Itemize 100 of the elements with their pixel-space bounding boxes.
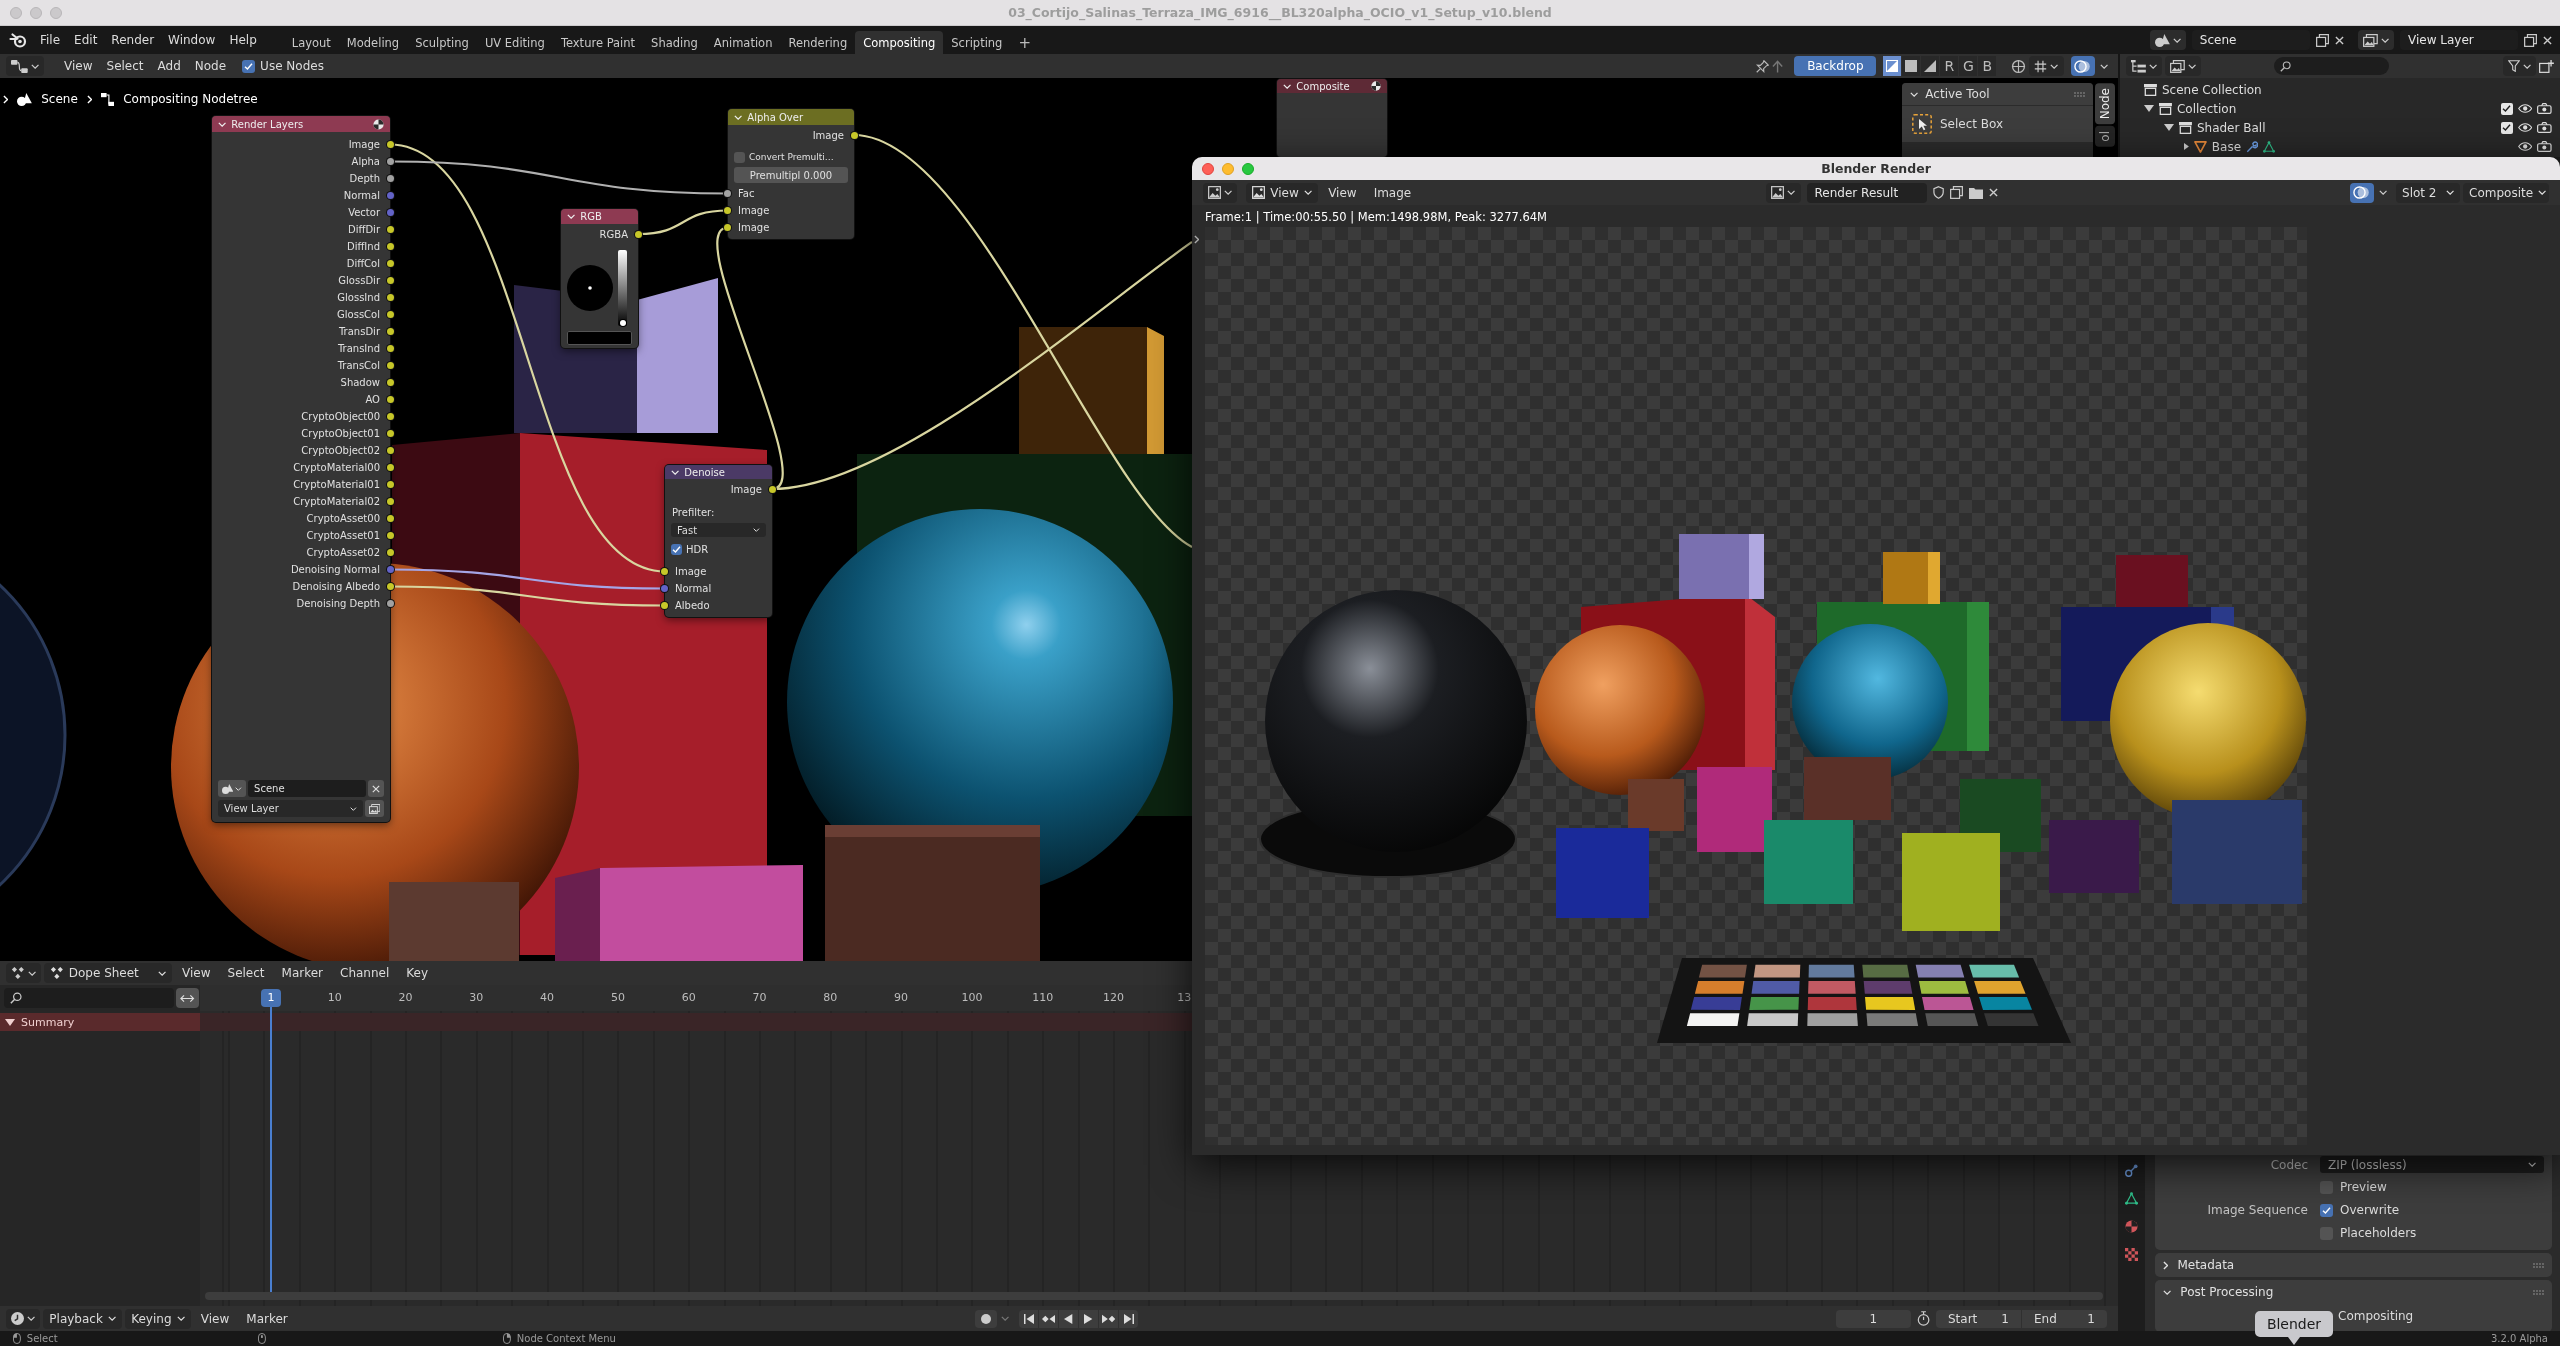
display-mode-button[interactable] (1921, 56, 1940, 76)
socket-icon[interactable] (387, 532, 394, 539)
workspace-tab[interactable]: Scripting (943, 31, 1011, 54)
previous-keyframe-button[interactable] (1039, 1309, 1059, 1328)
socket-icon[interactable] (387, 362, 394, 369)
disclosure-triangle-icon[interactable] (2144, 105, 2154, 112)
socket-icon[interactable] (387, 464, 394, 471)
display-mode-button[interactable] (1902, 56, 1921, 76)
menu-dropdown[interactable]: Keying (125, 1308, 191, 1329)
prefilter-dropdown[interactable]: Fast (671, 523, 766, 537)
outliner-item[interactable]: Scene Collection (2161, 82, 2262, 97)
node-header[interactable]: Render Layers (212, 116, 390, 132)
socket-icon[interactable] (661, 568, 668, 575)
swap-toggle-button[interactable] (176, 988, 199, 1008)
socket-icon[interactable] (387, 175, 394, 182)
render-layer-button[interactable] (364, 800, 384, 817)
pin-icon[interactable] (1756, 59, 1770, 73)
outliner-item[interactable]: Collection (2176, 101, 2237, 116)
socket-icon[interactable] (387, 430, 394, 437)
camera-icon[interactable] (2537, 103, 2552, 114)
workspace-tab[interactable]: Animation (705, 31, 781, 54)
grip-icon[interactable] (2533, 1262, 2544, 1268)
slot-dropdown[interactable]: Slot 2 (2396, 182, 2460, 203)
menu-item[interactable]: Help (222, 29, 264, 51)
close-icon[interactable] (2543, 35, 2552, 45)
socket-icon[interactable] (387, 345, 394, 352)
preview-checkbox[interactable]: Preview (2320, 1178, 2544, 1196)
workspace-tab[interactable]: Modeling (338, 31, 408, 54)
menu-item[interactable]: Node (187, 55, 234, 77)
chevron-icon[interactable] (1194, 235, 1200, 244)
sidebar-tab[interactable]: Node (2095, 83, 2115, 125)
horizontal-scrollbar[interactable] (205, 1292, 2103, 1300)
image-name-field[interactable]: Render Result (1806, 182, 1927, 203)
eye-icon[interactable] (2517, 142, 2533, 151)
slider-thumb[interactable] (619, 319, 626, 326)
outliner-item[interactable]: Shader Ball (2196, 120, 2266, 135)
convert-premultiplied-checkbox[interactable]: Convert Premulti… (734, 148, 848, 166)
option-checkbox[interactable]: Placeholders (2320, 1224, 2544, 1242)
camera-icon[interactable] (2537, 122, 2552, 133)
socket-icon[interactable] (635, 230, 642, 238)
editor-type-button[interactable] (1203, 182, 1238, 203)
duplicate-icon[interactable] (2315, 33, 2329, 47)
jump-end-button[interactable] (1119, 1309, 1139, 1328)
workspace-tab[interactable]: Sculpting (407, 31, 477, 54)
workspace-tab[interactable]: Shading (643, 31, 706, 54)
channel-button[interactable]: R (1940, 56, 1959, 76)
editor-type-button[interactable] (6, 1308, 41, 1329)
node-header[interactable]: Denoise (665, 465, 772, 479)
socket-icon[interactable] (387, 226, 394, 233)
view-mode-dropdown[interactable]: View (1246, 182, 1319, 203)
eye-icon[interactable] (2517, 123, 2533, 132)
workspace-tab[interactable]: Rendering (780, 31, 856, 54)
filter-button[interactable] (2502, 56, 2537, 76)
socket-icon[interactable] (387, 311, 394, 318)
folder-icon[interactable] (1968, 186, 1983, 199)
display-mode-button[interactable] (1883, 56, 1902, 76)
socket-icon[interactable] (387, 498, 394, 505)
checker-icon[interactable] (2125, 1248, 2138, 1261)
image-browse-button[interactable] (1766, 182, 1801, 203)
disclosure-triangle-icon[interactable] (2164, 124, 2174, 131)
scene-browse-button[interactable] (2149, 30, 2186, 50)
eye-icon[interactable] (2517, 104, 2533, 113)
material-sphere-icon[interactable] (2125, 1220, 2138, 1233)
jump-start-button[interactable] (1019, 1309, 1039, 1328)
current-frame-field[interactable]: 1 (1835, 1309, 1911, 1328)
socket-icon[interactable] (387, 379, 394, 386)
menu-item[interactable]: View (193, 1307, 237, 1330)
menu-item[interactable]: Marker (274, 962, 331, 984)
grip-icon[interactable] (2074, 91, 2085, 97)
value-slider[interactable] (618, 249, 627, 326)
close-button[interactable] (1202, 162, 1214, 175)
add-workspace-button[interactable]: + (1010, 31, 1039, 54)
socket-icon[interactable] (387, 158, 394, 165)
end-frame-field[interactable]: End 1 (2022, 1309, 2107, 1328)
workspace-tab[interactable]: UV Editing (476, 31, 553, 54)
menu-dropdown[interactable]: Playback (43, 1308, 123, 1329)
socket-icon[interactable] (387, 328, 394, 335)
scene-field[interactable]: Scene (248, 780, 366, 797)
workspace-tab[interactable]: Texture Paint (552, 31, 644, 54)
camera-icon[interactable] (2537, 141, 2552, 152)
socket-icon[interactable] (387, 260, 394, 267)
menu-item[interactable]: Key (399, 962, 436, 984)
scene-browse-button[interactable] (218, 780, 247, 797)
search-field[interactable] (2274, 57, 2390, 75)
socket-icon[interactable] (387, 277, 394, 284)
select-box-icon[interactable] (1912, 114, 1932, 134)
play-button[interactable] (1079, 1309, 1099, 1328)
socket-icon[interactable] (387, 141, 394, 148)
hdr-checkbox[interactable]: HDR (671, 541, 766, 557)
breadcrumb[interactable]: Compositing Nodetree (123, 92, 258, 106)
view-layer-browse-button[interactable] (2357, 30, 2394, 50)
menu-item[interactable]: Marker (239, 1307, 295, 1330)
codec-dropdown[interactable]: ZIP (lossless) (2320, 1156, 2544, 1173)
menu-item[interactable]: View (1321, 181, 1364, 204)
sidebar-tab[interactable]: ol (2095, 126, 2115, 147)
option-label[interactable]: Compositing (2338, 1309, 2414, 1323)
view-layer-dropdown[interactable]: View Layer (218, 800, 363, 817)
close-icon[interactable] (2334, 35, 2344, 45)
panel-title[interactable]: Metadata (2177, 1258, 2235, 1272)
duplicate-icon[interactable] (1949, 186, 1963, 199)
